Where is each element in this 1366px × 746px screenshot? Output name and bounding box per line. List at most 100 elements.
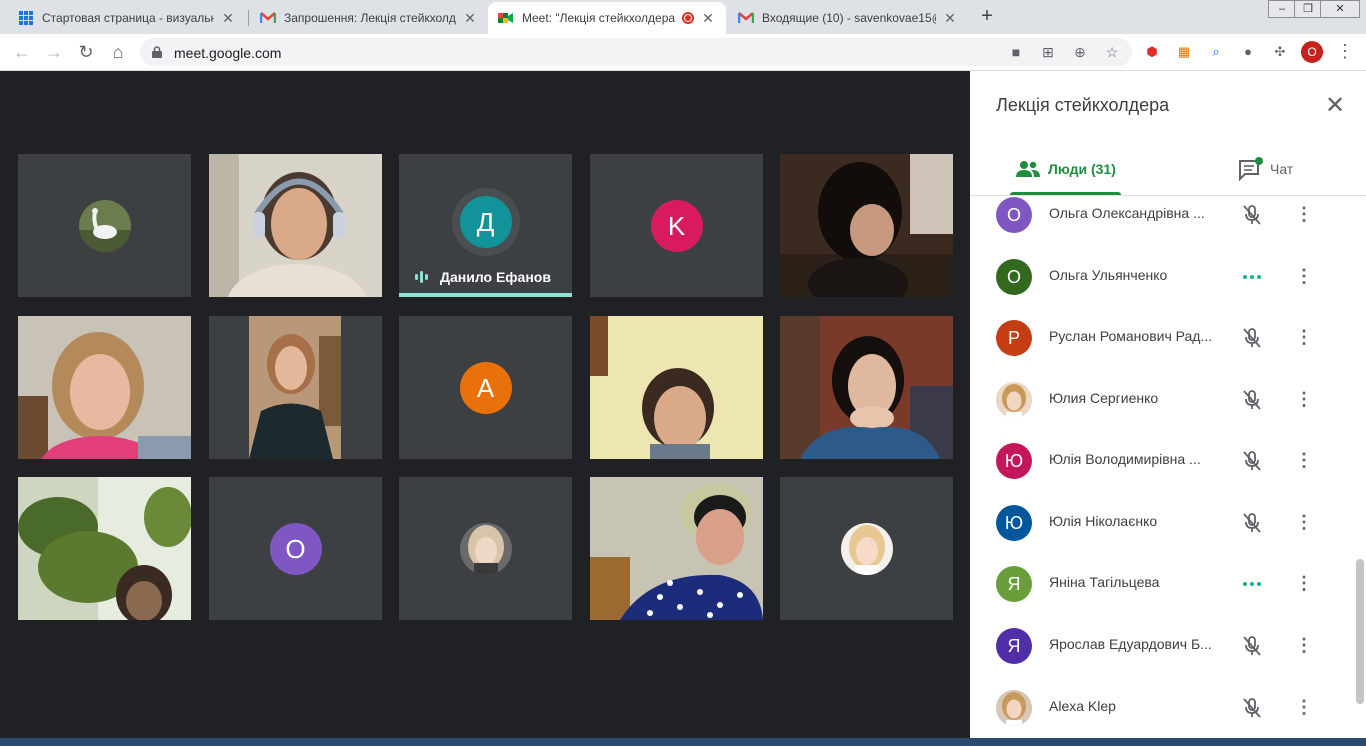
participant-tile[interactable]: O	[209, 477, 382, 620]
close-tab-icon[interactable]: ✕	[462, 10, 478, 27]
chat-icon	[1238, 157, 1264, 182]
close-panel-icon[interactable]: ✕	[1322, 93, 1348, 119]
audio-level-icon	[415, 271, 428, 283]
participant-avatar: O	[269, 522, 322, 575]
gmail-icon	[738, 10, 754, 26]
participant-tile[interactable]	[18, 154, 191, 297]
new-tab-button[interactable]: +	[976, 4, 998, 30]
participant-avatar: Я	[996, 566, 1032, 602]
participant-video[interactable]	[590, 477, 763, 620]
participant-name: Ярослав Едуардович Б...	[1049, 636, 1212, 652]
address-bar[interactable]: meet.google.com ■ ⊞ ⊕ ☆	[140, 38, 1132, 66]
participant-tile[interactable]: K	[590, 154, 763, 297]
mic-off-icon[interactable]	[1240, 511, 1264, 535]
close-tab-icon[interactable]: ✕	[700, 10, 716, 27]
participant-video[interactable]	[18, 316, 191, 459]
browser-tab-title: Запрошення: Лекція стейкхолде	[284, 11, 456, 25]
participant-tile-speaking[interactable]: Д Данило Ефанов	[399, 154, 572, 297]
tab-separator	[248, 10, 249, 26]
restore-button[interactable]: ❐	[1294, 0, 1322, 18]
video-feed	[590, 477, 763, 620]
meeting-grid: Д Данило Ефанов K A O	[0, 71, 970, 746]
more-options-icon[interactable]: ⋮	[1294, 265, 1314, 289]
participant-avatar: Я	[996, 628, 1032, 664]
more-options-icon[interactable]: ⋮	[1294, 326, 1314, 350]
scrollbar[interactable]	[1356, 559, 1364, 704]
recording-icon	[682, 12, 694, 24]
participant-avatar	[996, 382, 1032, 418]
camera-icon[interactable]: ■	[1006, 43, 1026, 61]
video-feed	[590, 316, 763, 459]
mic-off-icon[interactable]	[1240, 634, 1264, 658]
mic-off-icon[interactable]	[1240, 326, 1264, 350]
profile-avatar[interactable]: О	[1301, 41, 1323, 63]
participant-avatar	[996, 690, 1032, 726]
close-window-button[interactable]: ✕	[1320, 0, 1360, 18]
active-speaker-bar	[399, 293, 572, 297]
extension-grid-icon[interactable]: ▦	[1174, 42, 1194, 62]
minimize-button[interactable]: ‒	[1268, 0, 1296, 18]
more-options-icon[interactable]: ⋮	[1294, 449, 1314, 473]
zoom-icon[interactable]: ⊕	[1070, 43, 1090, 61]
more-options-icon[interactable]: ⋮	[1294, 572, 1314, 596]
participant-video[interactable]	[209, 316, 382, 459]
participant-row[interactable]: Ю Юлія Володимирівна ... ⋮	[970, 439, 1356, 500]
browser-tab-1[interactable]: Запрошення: Лекція стейкхолде ✕	[250, 2, 488, 34]
os-taskbar	[0, 738, 1366, 746]
extension-search-icon[interactable]: ⌕	[1206, 42, 1226, 62]
participant-tile[interactable]	[399, 477, 572, 620]
forward-button[interactable]: →	[42, 40, 66, 64]
adblock-extension-icon[interactable]: ⬢	[1142, 42, 1162, 62]
tab-chat[interactable]: Чат	[1238, 147, 1293, 191]
translate-icon[interactable]: ⊞	[1038, 43, 1058, 61]
extensions-puzzle-icon[interactable]: ✣	[1270, 42, 1290, 62]
mic-off-icon[interactable]	[1240, 449, 1264, 473]
participant-row[interactable]: О Ольга Ульянченко ⋮	[970, 255, 1356, 316]
more-options-icon[interactable]: ⋮	[1294, 203, 1314, 227]
participant-video[interactable]	[590, 316, 763, 459]
participant-video[interactable]	[780, 316, 953, 459]
participant-avatar: Д	[459, 195, 512, 248]
more-options-icon[interactable]: ⋮	[1294, 696, 1314, 720]
mic-off-icon[interactable]	[1240, 388, 1264, 412]
back-button[interactable]: ←	[10, 40, 34, 64]
participant-row[interactable]: О Ольга Олександрівна ... ⋮	[970, 196, 1356, 254]
participant-name: Ольга Олександрівна ...	[1049, 205, 1205, 221]
participant-photo-avatar	[840, 522, 893, 575]
participant-row[interactable]: Alexa Klep ⋮	[970, 686, 1356, 746]
participant-row[interactable]: Я Яніна Тагільцева ⋮	[970, 562, 1356, 623]
mic-off-icon[interactable]	[1240, 203, 1264, 227]
browser-tab-3[interactable]: Входящие (10) - savenkovae15@ ✕	[728, 2, 968, 34]
browser-tab-0[interactable]: Стартовая страница - визуальн ✕	[8, 2, 246, 34]
close-tab-icon[interactable]: ✕	[220, 10, 236, 27]
participant-name: Ольга Ульянченко	[1049, 267, 1168, 283]
browser-menu-icon[interactable]: ⋮	[1336, 41, 1354, 63]
participant-row[interactable]: Р Руслан Романович Рад... ⋮	[970, 316, 1356, 377]
extension-circle-icon[interactable]: ●	[1238, 42, 1258, 62]
participant-row[interactable]: Юлия Сергиенко ⋮	[970, 378, 1356, 439]
more-options-icon[interactable]: ⋮	[1294, 511, 1314, 535]
speaking-dots-icon[interactable]	[1240, 265, 1264, 289]
participant-video[interactable]	[209, 154, 382, 297]
participant-tile[interactable]: A	[399, 316, 572, 459]
mic-off-icon[interactable]	[1240, 696, 1264, 720]
participant-video[interactable]	[780, 154, 953, 297]
participant-row[interactable]: Ю Юлія Ніколаєнко ⋮	[970, 501, 1356, 562]
participant-tile[interactable]	[780, 477, 953, 620]
participant-name: Яніна Тагільцева	[1049, 574, 1160, 590]
participant-avatar: Ю	[996, 443, 1032, 479]
reload-button[interactable]: ↻	[74, 40, 98, 64]
home-button[interactable]: ⌂	[106, 40, 130, 64]
speaking-dots-icon[interactable]	[1240, 572, 1264, 596]
more-options-icon[interactable]: ⋮	[1294, 634, 1314, 658]
bookmark-star-icon[interactable]: ☆	[1102, 43, 1122, 61]
browser-tab-title: Входящие (10) - savenkovae15@	[762, 11, 936, 25]
participant-row[interactable]: Я Ярослав Едуардович Б... ⋮	[970, 624, 1356, 685]
grid-icon	[18, 10, 34, 26]
participant-video[interactable]	[18, 477, 191, 620]
more-options-icon[interactable]: ⋮	[1294, 388, 1314, 412]
close-tab-icon[interactable]: ✕	[942, 10, 958, 27]
tab-people[interactable]: Люди (31)	[1016, 147, 1116, 191]
browser-tab-2[interactable]: Meet: "Лекція стейкхолдера ✕	[488, 2, 726, 34]
participant-avatar: О	[996, 197, 1032, 233]
